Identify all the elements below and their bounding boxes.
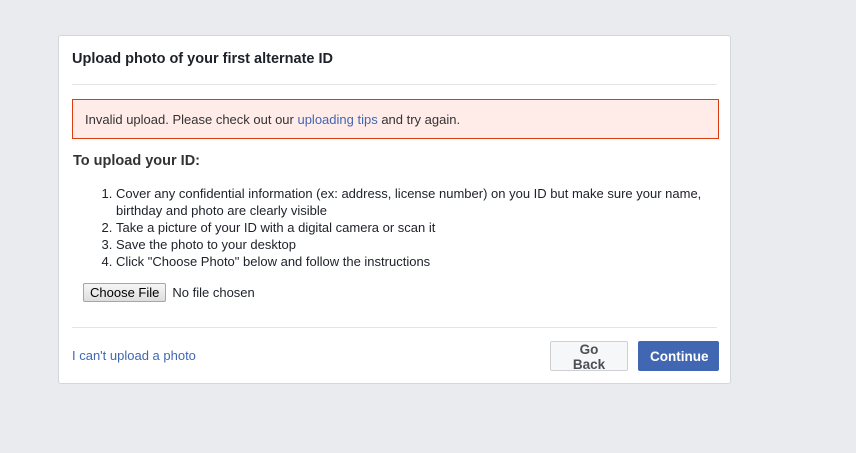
continue-button[interactable]: Continue (638, 341, 719, 371)
instruction-step: Click "Choose Photo" below and follow th… (116, 253, 736, 270)
instructions-list: Cover any confidential information (ex: … (95, 185, 736, 270)
uploading-tips-link[interactable]: uploading tips (297, 112, 377, 127)
error-text-prefix: Invalid upload. Please check out our (85, 112, 298, 127)
footer-divider (72, 327, 717, 328)
dialog-title: Upload photo of your first alternate ID (72, 51, 334, 67)
instruction-step: Save the photo to your desktop (116, 236, 736, 253)
cant-upload-link[interactable]: I can't upload a photo (72, 348, 196, 363)
upload-id-dialog: Upload photo of your first alternate ID … (58, 35, 731, 384)
header-divider (72, 84, 717, 85)
instruction-step: Take a picture of your ID with a digital… (116, 219, 736, 236)
choose-file-button[interactable]: Choose File (83, 283, 167, 302)
error-text-suffix: and try again. (377, 112, 461, 127)
instruction-step: Cover any confidential information (ex: … (116, 185, 736, 219)
error-message: Invalid upload. Please check out our upl… (72, 99, 719, 139)
file-input: Choose File No file chosen (83, 283, 255, 302)
instructions-heading: To upload your ID: (73, 153, 200, 169)
go-back-button[interactable]: Go Back (550, 341, 628, 372)
file-status: No file chosen (172, 285, 255, 300)
